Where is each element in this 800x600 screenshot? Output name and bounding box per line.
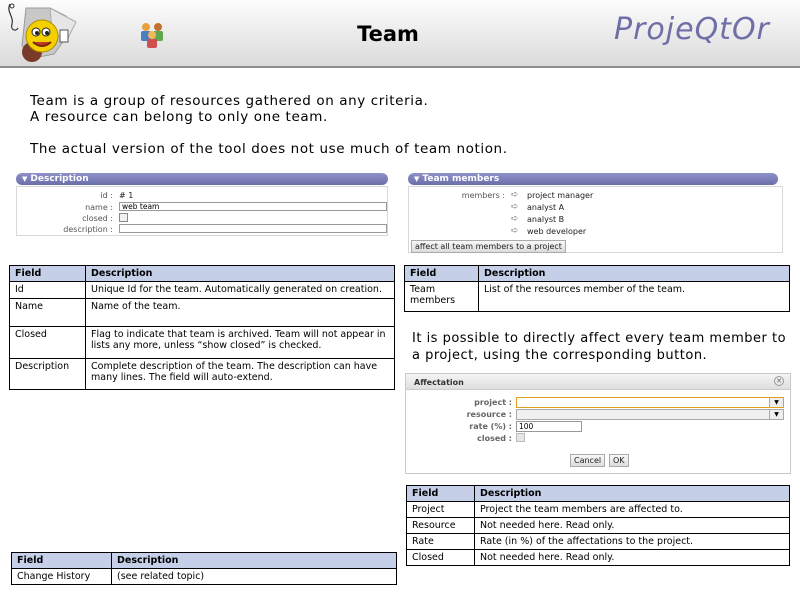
goto-arrow-icon[interactable]: ➪ (511, 214, 519, 224)
column-header: Description (474, 485, 790, 502)
field-cell: Resource (406, 517, 475, 534)
table-header-row: Field Description (406, 485, 790, 502)
description-cell: Flag to indicate that team is archived. … (85, 326, 395, 359)
description-cell: (see related topic) (111, 568, 397, 585)
table-header-row: Field Description (404, 265, 790, 282)
member-item[interactable]: project manager (527, 191, 593, 200)
table-row: Description Complete description of the … (9, 358, 395, 390)
column-header: Description (111, 552, 397, 569)
resource-select[interactable]: ▼ (516, 409, 784, 420)
goto-arrow-icon[interactable]: ➪ (511, 190, 519, 200)
affect-explanation-paragraph: It is possible to directly affect every … (412, 331, 787, 363)
affect-team-to-project-button[interactable]: affect all team members to a project (411, 240, 566, 253)
table-header-row: Field Description (9, 265, 395, 282)
description-cell: Rate (in %) of the affectations to the p… (474, 533, 790, 550)
team-members-list: members : ➪ project manager ➪ analyst A … (408, 186, 783, 253)
field-cell: Id (9, 281, 86, 299)
intro-line-1: Team is a group of resources gathered on… (30, 93, 429, 109)
affectation-dialog: Affectation ✕ project : ▼ resource : ▼ r… (405, 373, 791, 474)
field-cell: Closed (406, 549, 475, 566)
chevron-down-icon: ▼ (769, 398, 783, 407)
column-header: Field (11, 552, 112, 569)
field-cell: Rate (406, 533, 475, 550)
dialog-title-bar: Affectation ✕ (406, 374, 790, 390)
change-history-table: Field Description Change History (see re… (11, 552, 397, 585)
page-title: Team (357, 22, 419, 46)
description-section-header[interactable]: ▼ Description (16, 173, 388, 185)
team-members-fields-table: Field Description Team members List of t… (404, 265, 790, 312)
table-row: Id Unique Id for the team. Automatically… (9, 281, 395, 299)
intro-line-3: The actual version of the tool does not … (30, 141, 508, 157)
column-header: Field (9, 265, 86, 282)
column-header: Description (478, 265, 790, 282)
member-item[interactable]: analyst A (527, 203, 564, 212)
field-cell: Name (9, 298, 86, 327)
description-label: description : (63, 225, 113, 234)
dialog-title: Affectation (414, 378, 464, 387)
description-cell: Unique Id for the team. Automatically ge… (85, 281, 395, 299)
table-row: Rate Rate (in %) of the affectations to … (406, 533, 790, 550)
chevron-down-icon: ▼ (769, 410, 783, 419)
ok-button[interactable]: OK (609, 454, 629, 467)
collapse-triangle-icon: ▼ (414, 175, 420, 183)
member-item[interactable]: web developer (527, 227, 586, 236)
id-value: # 1 (119, 191, 134, 200)
column-header: Field (406, 485, 475, 502)
description-form: id : # 1 name : web team closed : descri… (16, 186, 388, 236)
member-item[interactable]: analyst B (527, 215, 564, 224)
description-fields-table: Field Description Id Unique Id for the t… (9, 265, 395, 390)
field-cell: Description (9, 358, 86, 390)
description-cell: Not needed here. Read only. (474, 517, 790, 534)
smiley-mascot-logo-icon (8, 3, 77, 62)
resource-label: resource : (466, 410, 512, 419)
team-members-section-title: Team members (422, 174, 500, 184)
table-row: Closed Flag to indicate that team is arc… (9, 326, 395, 359)
description-section-title: Description (30, 174, 89, 184)
closed-checkbox[interactable] (516, 433, 525, 442)
team-members-section-header[interactable]: ▼ Team members (408, 173, 778, 185)
column-header: Description (85, 265, 395, 282)
field-cell: Project (406, 501, 475, 518)
cancel-button[interactable]: Cancel (570, 454, 606, 467)
closed-checkbox[interactable] (119, 213, 128, 222)
field-cell: Change History (11, 568, 112, 585)
description-cell: Not needed here. Read only. (474, 549, 790, 566)
members-label: members : (461, 191, 505, 200)
page-header: Team ProjeQtOr (0, 0, 800, 68)
table-header-row: Field Description (11, 552, 397, 569)
description-cell: List of the resources member of the team… (478, 281, 790, 312)
description-field[interactable] (119, 224, 387, 233)
name-field[interactable]: web team (119, 202, 387, 211)
close-icon[interactable]: ✕ (774, 376, 784, 386)
table-row: Team members List of the resources membe… (404, 281, 790, 312)
table-row: Change History (see related topic) (11, 568, 397, 585)
rate-label: rate (%) : (469, 422, 512, 431)
table-row: Name Name of the team. (9, 298, 395, 327)
description-cell: Name of the team. (85, 298, 395, 327)
field-cell: Closed (9, 326, 86, 359)
table-row: Closed Not needed here. Read only. (406, 549, 790, 566)
project-label: project : (474, 398, 512, 407)
goto-arrow-icon[interactable]: ➪ (511, 202, 519, 212)
brand-logo-text: ProjeQtOr (614, 12, 770, 47)
name-label: name : (85, 203, 113, 212)
team-people-icon (141, 23, 163, 48)
closed-label: closed : (477, 434, 512, 443)
rate-field[interactable]: 100 (516, 421, 582, 432)
table-row: Project Project the team members are aff… (406, 501, 790, 518)
description-cell: Project the team members are affected to… (474, 501, 790, 518)
table-row: Resource Not needed here. Read only. (406, 517, 790, 534)
affectation-fields-table: Field Description Project Project the te… (406, 485, 790, 566)
field-cell: Team members (404, 281, 479, 312)
description-cell: Complete description of the team. The de… (85, 358, 395, 390)
project-select[interactable]: ▼ (516, 397, 784, 408)
collapse-triangle-icon: ▼ (22, 175, 28, 183)
closed-label: closed : (82, 214, 113, 223)
goto-arrow-icon[interactable]: ➪ (511, 226, 519, 236)
id-label: id : (100, 191, 113, 200)
column-header: Field (404, 265, 479, 282)
intro-line-2: A resource can belong to only one team. (30, 109, 328, 125)
